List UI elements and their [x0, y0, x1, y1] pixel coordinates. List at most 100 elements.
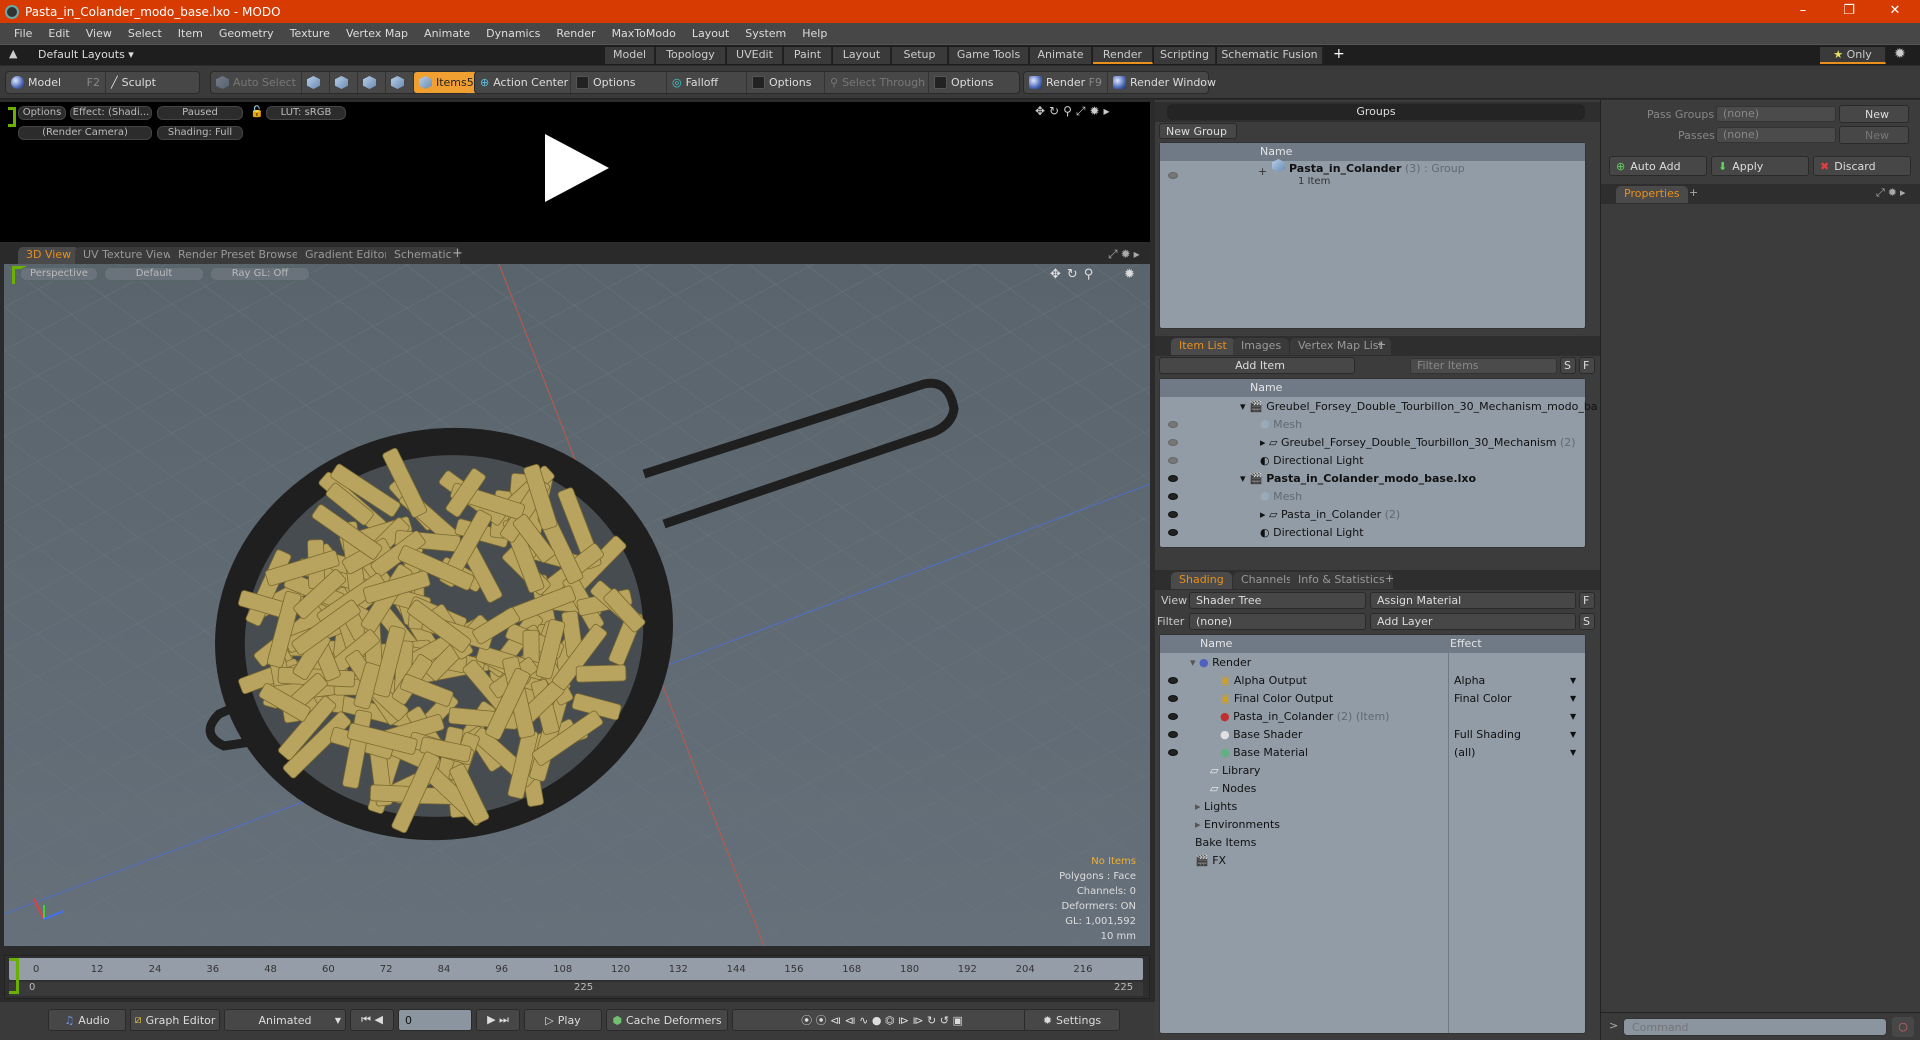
tab-game-tools[interactable]: Game Tools: [949, 47, 1029, 64]
render-button[interactable]: Render F9: [1024, 72, 1108, 93]
shader-row[interactable]: ▾ ● Render: [1160, 654, 1585, 672]
select-edges-button[interactable]: [330, 72, 358, 93]
tab-vertex-map-list[interactable]: Vertex Map List: [1290, 338, 1391, 355]
tab-model[interactable]: Model: [605, 47, 655, 64]
render-options-button[interactable]: Options: [18, 106, 66, 120]
passes-dropdown[interactable]: (none): [1716, 127, 1836, 143]
panel-controls-icons[interactable]: ⤢✹▸: [1876, 186, 1909, 200]
eye-icon[interactable]: [1168, 731, 1178, 738]
camera-dropdown[interactable]: (Render Camera): [18, 126, 152, 140]
viewport-gear-icon[interactable]: ✹: [1124, 267, 1135, 282]
add-item-dropdown[interactable]: Add Item: [1159, 357, 1355, 374]
eye-icon[interactable]: [1168, 172, 1178, 179]
chevron-down-icon[interactable]: ▼: [1570, 726, 1576, 744]
tab-properties[interactable]: Properties: [1616, 186, 1688, 203]
paused-button[interactable]: Paused: [157, 106, 243, 120]
shader-row[interactable]: ● Base Shader Full Shading ▼: [1160, 726, 1585, 744]
effect-dropdown[interactable]: Alpha: [1454, 672, 1485, 690]
items-mode-button[interactable]: Items 5: [413, 72, 479, 93]
tab-uv-texture-view[interactable]: UV Texture View: [75, 247, 180, 264]
filter-dropdown[interactable]: (none): [1189, 613, 1366, 630]
tab-uvedit[interactable]: UVEdit: [727, 47, 783, 64]
expand-arrow-icon[interactable]: ▸: [1195, 800, 1204, 813]
falloff-options[interactable]: Options: [747, 72, 825, 93]
tab-item-list[interactable]: Item List: [1171, 338, 1235, 355]
auto-add-button[interactable]: ⊕ Auto Add: [1609, 156, 1707, 176]
timeline[interactable]: 0 12 24 36 48 60 72 84 96 108 120 132 144 156 168 180 19…: [4, 955, 1150, 999]
assign-material-button[interactable]: Assign Material: [1370, 592, 1576, 609]
s-button[interactable]: S: [1560, 357, 1576, 374]
tab-shading[interactable]: Shading: [1171, 572, 1232, 589]
discard-button[interactable]: ✖ Discard: [1813, 156, 1911, 176]
timeline-range-bar[interactable]: 0 225 225: [9, 982, 1143, 996]
view-dropdown[interactable]: Shader Tree: [1189, 592, 1366, 609]
tab-animate[interactable]: Animate: [1030, 47, 1092, 64]
pass-groups-dropdown[interactable]: (none): [1716, 106, 1836, 122]
shader-row[interactable]: ▸ Environments: [1160, 816, 1585, 834]
eye-icon[interactable]: [1168, 475, 1178, 482]
shader-row[interactable]: ▣ Final Color Output Final Color ▼: [1160, 690, 1585, 708]
add-tab-button[interactable]: +: [1377, 338, 1386, 351]
render-window-button[interactable]: Render Window: [1108, 72, 1221, 93]
chevron-down-icon[interactable]: ▼: [1570, 708, 1576, 726]
jump-start-button[interactable]: ⏮ ◀: [350, 1009, 394, 1031]
menu-animate[interactable]: Animate: [416, 27, 478, 40]
eye-icon[interactable]: [1168, 457, 1178, 464]
tab-render[interactable]: Render: [1093, 47, 1153, 64]
shader-row[interactable]: ● Base Material (all) ▼: [1160, 744, 1585, 762]
filter-items-input[interactable]: Filter Items: [1410, 358, 1557, 374]
raygl-dropdown[interactable]: Ray GL: Off: [210, 267, 310, 281]
item-list-row[interactable]: ▾ 🎬 Greubel_Forsey_Double_Tourbillon_30_…: [1160, 398, 1612, 416]
shader-row[interactable]: ▸ Lights: [1160, 798, 1585, 816]
shading-dropdown[interactable]: Shading: Full: [157, 126, 243, 140]
jump-end-button[interactable]: ▶ ⏭: [476, 1009, 520, 1031]
play-button[interactable]: ▷ Play: [524, 1009, 602, 1031]
minimize-button[interactable]: –: [1780, 0, 1826, 23]
item-list-row[interactable]: ⬢ Mesh: [1160, 416, 1585, 434]
expand-arrow-icon[interactable]: ▾: [1190, 656, 1199, 669]
eye-icon[interactable]: [1168, 529, 1178, 536]
eye-icon[interactable]: [1168, 749, 1178, 756]
item-list-row[interactable]: ▾ 🎬 Pasta_in_Colander_modo_base.lxo: [1160, 470, 1585, 488]
eye-icon[interactable]: [1168, 421, 1178, 428]
tab-scripting[interactable]: Scripting: [1154, 47, 1216, 64]
lock-icon[interactable]: 🔓: [250, 105, 264, 118]
expand-icon[interactable]: +: [1258, 163, 1267, 181]
menu-edit[interactable]: Edit: [40, 27, 77, 40]
gear-icon[interactable]: ✹: [1894, 46, 1906, 62]
menu-maxtomodo[interactable]: MaxToModo: [604, 27, 684, 40]
maximize-button[interactable]: ❐: [1826, 0, 1872, 23]
shader-row[interactable]: 🎬 FX: [1160, 852, 1585, 870]
add-layout-tab-button[interactable]: +: [1333, 46, 1345, 62]
tab-setup[interactable]: Setup: [892, 47, 948, 64]
menu-geometry[interactable]: Geometry: [211, 27, 282, 40]
shading-s-button[interactable]: S: [1579, 613, 1595, 630]
cache-deformers-button[interactable]: ⬢ Cache Deformers: [606, 1009, 728, 1031]
select-polygons-button[interactable]: [358, 72, 386, 93]
tab-render-preset-browser[interactable]: Render Preset Browser: [170, 247, 312, 264]
menu-texture[interactable]: Texture: [282, 27, 338, 40]
default-layouts-dropdown[interactable]: Default Layouts ▾: [38, 48, 134, 61]
panel-controls-icons[interactable]: ⤢✹▸: [1108, 247, 1143, 262]
auto-select-button[interactable]: Auto Select: [211, 72, 302, 93]
new-pass-group-button[interactable]: New: [1839, 105, 1909, 123]
item-list-row[interactable]: ◐ Directional Light: [1160, 524, 1585, 542]
falloff-button[interactable]: ◎ Falloff: [667, 72, 747, 93]
eye-icon[interactable]: [1168, 695, 1178, 702]
add-tab-button[interactable]: +: [1385, 572, 1394, 585]
eye-icon[interactable]: [1168, 439, 1178, 446]
item-list-row[interactable]: ◐ Directional Light: [1160, 452, 1585, 470]
tab-images[interactable]: Images: [1233, 338, 1290, 355]
default-shading-dropdown[interactable]: Default: [104, 267, 204, 281]
chevron-down-icon[interactable]: ▼: [1570, 690, 1576, 708]
tab-topology[interactable]: Topology: [656, 47, 726, 64]
shading-f-button[interactable]: F: [1579, 592, 1595, 609]
menu-item[interactable]: Item: [170, 27, 211, 40]
eye-icon[interactable]: [1168, 511, 1178, 518]
tab-gradient-editor[interactable]: Gradient Editor: [297, 247, 397, 264]
play-icon[interactable]: [545, 134, 609, 202]
eye-icon[interactable]: [1168, 677, 1178, 684]
shader-row[interactable]: ▱ Library: [1160, 762, 1585, 780]
shader-row[interactable]: ▱ Nodes: [1160, 780, 1585, 798]
settings-button[interactable]: ✹ Settings: [1024, 1009, 1120, 1031]
